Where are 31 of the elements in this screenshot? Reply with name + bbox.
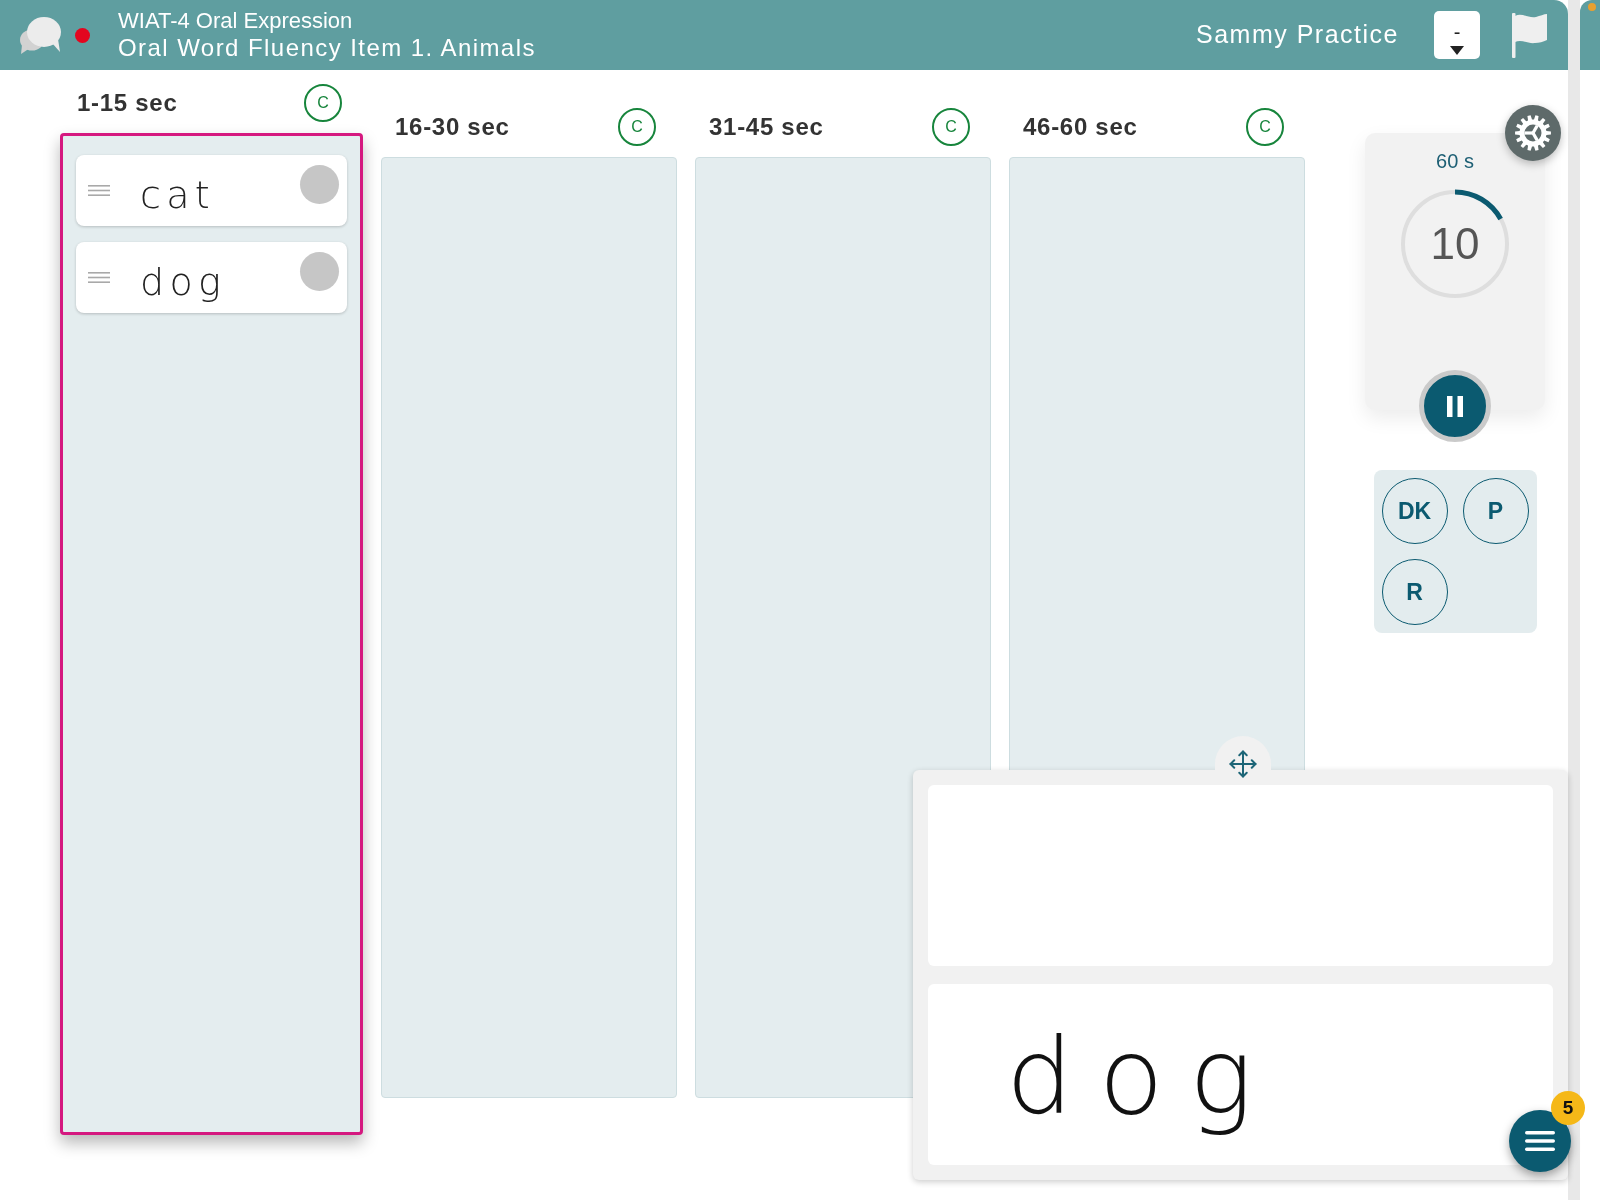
score-button[interactable] (300, 165, 339, 204)
test-title: WIAT-4 Oral Expression (118, 8, 354, 34)
dropdown-button[interactable]: - (1434, 11, 1480, 59)
timer-duration: 60 s (1436, 149, 1474, 173)
column-c-button[interactable]: C (618, 108, 656, 146)
handwritten-ink: dog (1006, 1014, 1279, 1141)
column-c-button[interactable]: C (1246, 108, 1284, 146)
column-c-button[interactable]: C (932, 108, 970, 146)
drag-handle-icon[interactable] (88, 272, 110, 283)
move-icon (1228, 749, 1258, 779)
column-c-button[interactable]: C (304, 84, 342, 122)
score-button[interactable] (300, 252, 339, 291)
caret-icon (1450, 45, 1464, 55)
drag-handle-icon[interactable] (88, 185, 110, 196)
handwritten-response: dog (140, 258, 227, 306)
flag-button[interactable] (1512, 12, 1548, 58)
interval-label: 1-15 sec (77, 91, 178, 115)
interval-label: 16-30 sec (395, 115, 510, 139)
settings-button[interactable] (1505, 105, 1561, 161)
settings-icon (1515, 115, 1551, 151)
interval-label: 31-45 sec (709, 115, 824, 139)
flag-icon (1512, 12, 1548, 58)
item-title: Oral Word Fluency Item 1. Animals (118, 34, 536, 62)
interval-label: 46-60 sec (1023, 115, 1138, 139)
handwritten-response: cat (140, 171, 216, 219)
examinee-name: Sammy Practice (1196, 19, 1399, 51)
menu-icon (1525, 1131, 1555, 1151)
ink-pane[interactable]: dog (928, 984, 1553, 1165)
pause-icon (1447, 395, 1463, 417)
chat-bubbles-icon (18, 15, 62, 55)
time-remaining: 10 (1430, 222, 1480, 266)
